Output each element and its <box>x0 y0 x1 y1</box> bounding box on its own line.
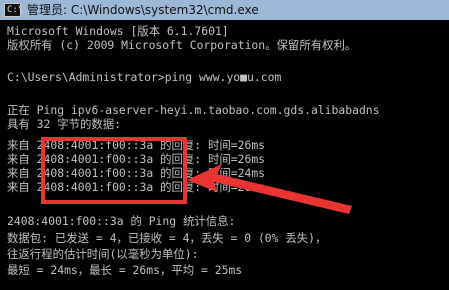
annotation-arrow <box>187 164 352 214</box>
